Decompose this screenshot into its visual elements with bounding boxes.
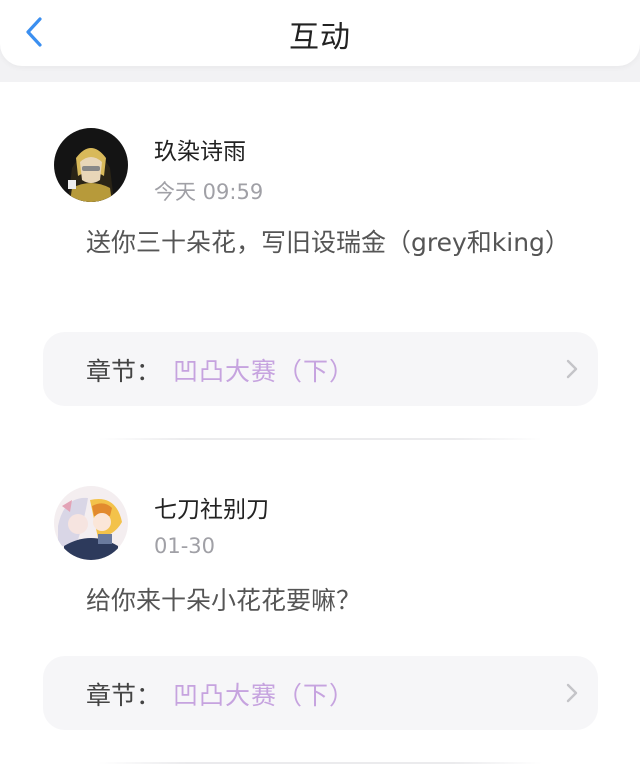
timestamp: 01-30 (154, 534, 216, 558)
header-bar: 互动 (0, 0, 640, 66)
chevron-right-icon (566, 683, 578, 703)
divider (98, 438, 542, 440)
chapter-label: 章节： (86, 681, 162, 710)
divider (98, 762, 542, 764)
comment-list: 玖染诗雨 今天 09:59 送你三十朵花，写旧设瑞金（grey和king） 章节… (0, 82, 640, 767)
avatar[interactable] (54, 128, 128, 202)
username[interactable]: 玖染诗雨 (154, 132, 246, 166)
chapter-link[interactable]: 章节： 凹凸大赛（下） (43, 656, 598, 730)
chapter-title: 凹凸大赛（下） (173, 357, 356, 386)
comment-text: 给你来十朵小花花要嘛？ (86, 586, 362, 615)
chapter-link[interactable]: 章节： 凹凸大赛（下） (43, 332, 598, 406)
chevron-right-icon (566, 359, 578, 379)
chapter-label: 章节： (86, 357, 162, 386)
comment-text: 送你三十朵花，写旧设瑞金（grey和king） (86, 228, 570, 257)
chapter-title: 凹凸大赛（下） (173, 681, 356, 710)
timestamp: 今天 09:59 (154, 180, 264, 204)
avatar[interactable] (54, 486, 128, 560)
page-title: 互动 (289, 20, 351, 55)
username[interactable]: 七刀社别刀 (154, 490, 269, 524)
